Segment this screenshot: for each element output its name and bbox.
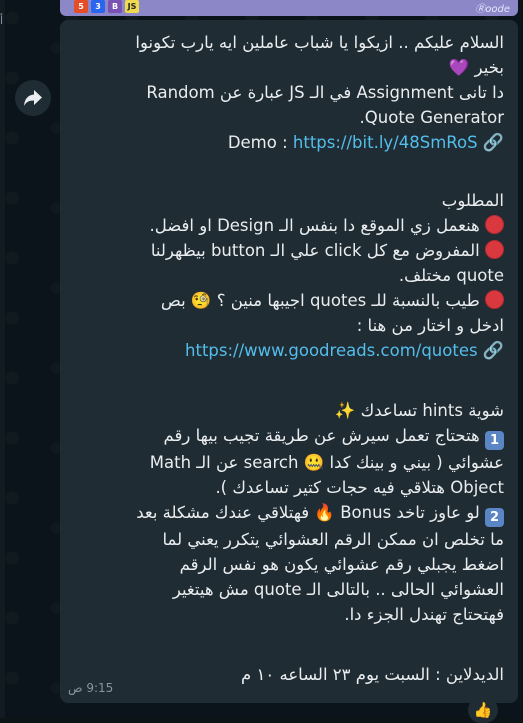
link-icon: 🔗 — [482, 133, 504, 153]
required-heading: المطلوب — [441, 191, 504, 210]
requirement-3: طيب بالنسبة للـ quotes اجيبها منين ؟ 🧐 ب… — [90, 288, 504, 313]
requirement-3-cont: ادخل و اختار من هنا : — [356, 316, 504, 335]
link-preview-strip[interactable]: 5 3 B JS Ⓡoode — [60, 0, 518, 16]
hint-1-cont: عشوائي ( بيني و بينك كدا 🤐 search عن الـ… — [149, 453, 504, 472]
edge-glyph: أ — [0, 14, 4, 27]
msg-line: Quote Generator. — [359, 108, 504, 127]
message-text: السلام عليكم .. ازيكوا يا شباب عاملين اي… — [90, 30, 504, 156]
forward-button[interactable] — [15, 80, 51, 116]
quotes-link-line: 🔗 https://www.goodreads.com/quotes — [90, 338, 504, 364]
forward-icon — [24, 90, 42, 106]
deadline: الديدلاين : السبت يوم ٢٣ الساعه ١٠ م — [241, 665, 504, 684]
requirement-1: هنعمل زي الموقع دا بنفس الـ Design او اف… — [90, 213, 504, 238]
requirement-2: المفروض مع كل click علي الـ button بيظهر… — [90, 238, 504, 263]
hint-2-cont: ما تخلص ان ممكن الرقم العشوائي يتكرر يعن… — [162, 530, 504, 549]
bootstrap-icon: B — [108, 0, 122, 13]
hint-2-cont: العشوائي الحالى .. بالتالى الـ quote مش … — [172, 580, 504, 599]
message-timestamp: 9:15 ص — [68, 681, 114, 695]
hints-title: شوية hints تساعدك ✨ — [334, 401, 504, 420]
hint-1: 1 هتحتاج تعمل سيرش عن طريقة تجيب بيها رق… — [90, 423, 504, 450]
keycap-two-icon: 2 — [485, 508, 504, 527]
reaction-badge[interactable]: 👍 — [468, 697, 498, 723]
requirements-text: المطلوب هنعمل زي الموقع دا بنفس الـ Desi… — [90, 188, 504, 364]
demo-line: 🔗 Demo : https://bit.ly/48SmRoS — [90, 130, 504, 156]
thumbs-up-icon: 👍 — [473, 701, 493, 719]
hint-2: 2 لو عاوز تاخد Bonus 🔥 فهتلاقي عندك مشكل… — [90, 500, 504, 527]
link-icon: 🔗 — [482, 341, 504, 361]
red-circle-icon — [485, 240, 504, 259]
deadline-text: الديدلاين : السبت يوم ٢٣ الساعه ١٠ م — [90, 662, 504, 687]
quotes-link[interactable]: https://www.goodreads.com/quotes — [185, 341, 478, 360]
left-panel-edge: أ — [0, 0, 5, 718]
demo-label: Demo : — [227, 133, 288, 152]
html5-icon: 5 — [74, 0, 88, 13]
hint-2-cont: فهتحتاج تهندل الجزء دا. — [344, 605, 504, 624]
css3-icon: 3 — [91, 0, 105, 13]
msg-line: بخير 💜 — [448, 58, 504, 77]
hint-2-cont: اضغط يجبلي رقم عشوائي يكون هو نفس الرقم — [179, 555, 504, 574]
keycap-one-icon: 1 — [485, 431, 504, 450]
msg-line: دا تانى Assignment في الـ JS عبارة عن Ra… — [146, 83, 504, 102]
preview-icons: 5 3 B JS — [74, 0, 139, 13]
requirement-2-cont: quote مختلف. — [398, 266, 504, 285]
javascript-icon: JS — [125, 0, 139, 13]
message-bubble[interactable]: السلام عليكم .. ازيكوا يا شباب عاملين اي… — [60, 20, 518, 703]
hint-1-cont: Object هتلاقي فيه حجات كتير تساعدك ). — [215, 478, 504, 497]
red-circle-icon — [485, 215, 504, 234]
hints-text: شوية hints تساعدك ✨ 1 هتحتاج تعمل سيرش ع… — [90, 398, 504, 627]
red-circle-icon — [485, 290, 504, 309]
demo-link[interactable]: https://bit.ly/48SmRoS — [293, 133, 478, 152]
preview-brand: Ⓡoode — [475, 4, 510, 15]
msg-line: السلام عليكم .. ازيكوا يا شباب عاملين اي… — [135, 33, 504, 52]
